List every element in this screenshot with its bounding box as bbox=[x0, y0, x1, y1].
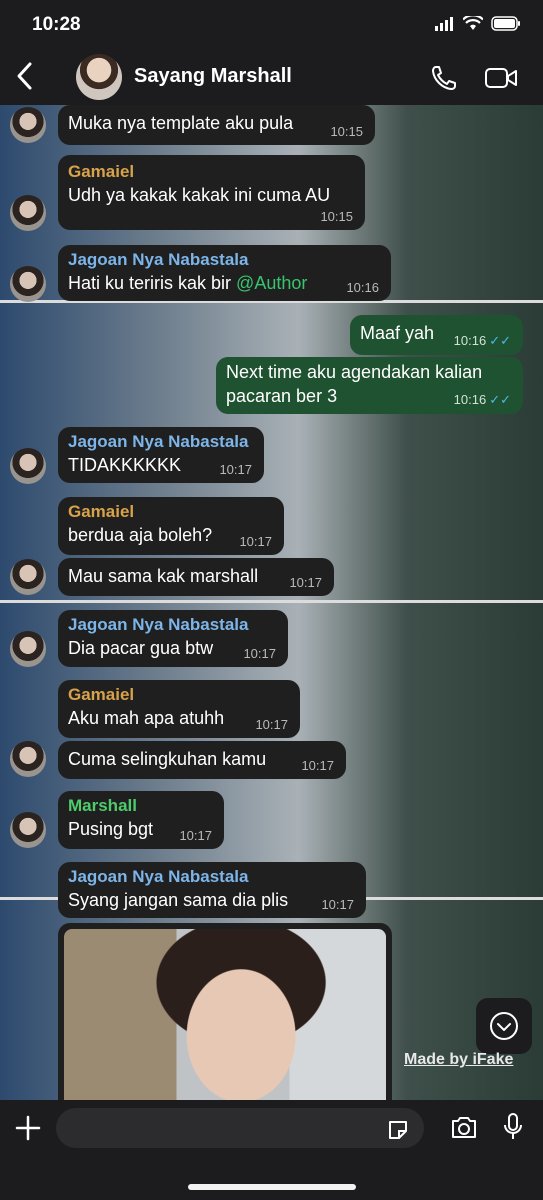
status-icons bbox=[435, 16, 521, 31]
message-text-line1: Next time aku agendakan kalian bbox=[226, 362, 483, 382]
message-bubble[interactable]: Jagoan Nya Nabastala Hati ku teriris kak… bbox=[58, 245, 391, 301]
battery-icon bbox=[491, 16, 520, 31]
message-bubble[interactable]: Muka nya template aku pula 10:15 bbox=[58, 105, 375, 145]
sender-avatar[interactable] bbox=[10, 107, 46, 143]
sender-name[interactable]: Jagoan Nya Nabastala bbox=[68, 249, 379, 271]
sender-avatar[interactable] bbox=[10, 631, 46, 667]
message-text: Mau sama kak marshall bbox=[68, 566, 259, 586]
photo-thumbnail[interactable] bbox=[64, 929, 386, 1100]
message-time: 10:16 bbox=[453, 392, 487, 407]
message-text: Hati ku teriris kak bir @Author bbox=[68, 271, 379, 295]
mic-icon[interactable] bbox=[502, 1112, 524, 1142]
message-bubble[interactable]: Jagoan Nya Nabastala TIDAKKKKKK 10:17 bbox=[58, 427, 264, 483]
message-bubble[interactable]: Marshall Pusing bgt 10:17 bbox=[58, 791, 224, 849]
message-time: 10:15 bbox=[330, 124, 363, 139]
sticker-icon[interactable] bbox=[386, 1118, 410, 1142]
video-icon[interactable] bbox=[484, 66, 518, 90]
status-time: 10:28 bbox=[32, 14, 81, 35]
image-message-bubble[interactable] bbox=[58, 923, 392, 1100]
sender-avatar[interactable] bbox=[10, 195, 46, 231]
sender-avatar[interactable] bbox=[10, 741, 46, 777]
message-time: 10:17 bbox=[321, 897, 354, 912]
camera-icon[interactable] bbox=[450, 1114, 478, 1140]
sender-name[interactable]: Gamaiel bbox=[68, 684, 288, 706]
message-bubble[interactable]: Mau sama kak marshall 10:17 bbox=[58, 558, 334, 596]
chat-area[interactable]: Muka nya template aku pula 10:15 Gamaiel… bbox=[0, 105, 543, 1100]
message-time: 10:17 bbox=[179, 828, 212, 843]
message-time: 10:17 bbox=[219, 462, 252, 477]
message-bubble[interactable]: Gamaiel Aku mah apa atuhh 10:17 bbox=[58, 680, 300, 738]
plus-icon[interactable] bbox=[14, 1114, 42, 1142]
call-icon[interactable] bbox=[430, 64, 458, 92]
contact-name[interactable]: Sayang Marshall bbox=[134, 65, 292, 88]
read-ticks-icon: ✓✓ bbox=[489, 333, 511, 348]
message-bubble-outgoing[interactable]: Maaf yah 10:16 ✓✓ bbox=[350, 315, 523, 355]
message-time: 10:17 bbox=[243, 646, 276, 661]
sender-name[interactable]: Jagoan Nya Nabastala bbox=[68, 866, 354, 888]
message-bubble[interactable]: Gamaiel Udh ya kakak kakak ini cuma AU 1… bbox=[58, 155, 365, 230]
wifi-icon bbox=[463, 16, 483, 30]
message-time-row: 10:16 ✓✓ bbox=[454, 333, 511, 349]
sender-name[interactable]: Gamaiel bbox=[68, 161, 353, 183]
message-time: 10:17 bbox=[289, 575, 322, 590]
sender-name[interactable]: Jagoan Nya Nabastala bbox=[68, 431, 252, 453]
input-bar bbox=[0, 1100, 543, 1200]
scroll-to-bottom-button[interactable] bbox=[476, 998, 532, 1054]
message-time: 10:15 bbox=[320, 209, 353, 224]
message-text: Syang jangan sama dia plis bbox=[68, 890, 289, 910]
message-time: 10:16 bbox=[453, 333, 487, 348]
sender-name[interactable]: Jagoan Nya Nabastala bbox=[68, 614, 276, 636]
message-text: Udh ya kakak kakak ini cuma AU bbox=[68, 185, 331, 205]
sender-name[interactable]: Marshall bbox=[68, 795, 212, 817]
message-text: Muka nya template aku pula bbox=[68, 113, 294, 133]
message-time: 10:17 bbox=[301, 758, 334, 773]
contact-avatar[interactable] bbox=[76, 54, 122, 100]
back-icon[interactable] bbox=[10, 58, 40, 94]
message-input[interactable] bbox=[56, 1108, 424, 1148]
watermark: Made by iFake bbox=[404, 1051, 514, 1068]
sender-avatar[interactable] bbox=[10, 266, 46, 302]
message-time: 10:17 bbox=[255, 717, 288, 732]
sender-name[interactable]: Gamaiel bbox=[68, 501, 272, 523]
message-time: 10:17 bbox=[239, 534, 272, 549]
message-bubble[interactable]: Cuma selingkuhan kamu 10:17 bbox=[58, 741, 346, 779]
message-text: Cuma selingkuhan kamu bbox=[68, 749, 267, 769]
signal-icon bbox=[435, 16, 453, 31]
sender-avatar[interactable] bbox=[10, 559, 46, 595]
message-bubble[interactable]: Jagoan Nya Nabastala Syang jangan sama d… bbox=[58, 862, 366, 918]
status-bar: 10:28 bbox=[0, 0, 543, 50]
chat-header: Sayang Marshall bbox=[0, 50, 543, 105]
message-bubble[interactable]: Jagoan Nya Nabastala Dia pacar gua btw 1… bbox=[58, 610, 288, 667]
message-bubble-outgoing[interactable]: Next time aku agendakan kalian pacaran b… bbox=[216, 357, 523, 414]
chevron-down-icon bbox=[490, 1012, 518, 1040]
message-bubble[interactable]: Gamaiel berdua aja boleh? 10:17 bbox=[58, 497, 284, 555]
message-text-main: Hati ku teriris kak bir bbox=[68, 273, 237, 293]
read-ticks-icon: ✓✓ bbox=[489, 392, 511, 407]
sender-avatar[interactable] bbox=[10, 448, 46, 484]
mention-link[interactable]: @Author bbox=[236, 273, 307, 293]
home-indicator[interactable] bbox=[188, 1184, 356, 1190]
sender-avatar[interactable] bbox=[10, 812, 46, 848]
message-time: 10:16 bbox=[346, 280, 379, 295]
message-time-row: 10:16 ✓✓ bbox=[454, 392, 511, 408]
